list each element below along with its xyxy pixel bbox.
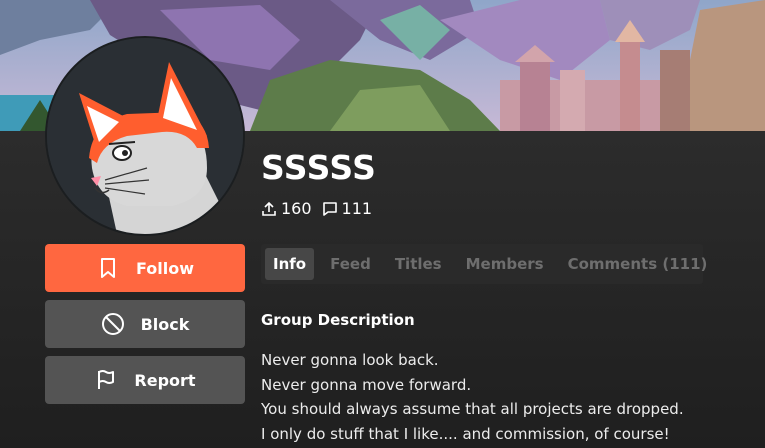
description-text: Never gonna look back. Never gonna move …: [261, 348, 684, 446]
block-button[interactable]: Block: [45, 300, 245, 348]
tab-info[interactable]: Info: [265, 248, 315, 280]
tab-feed[interactable]: Feed: [322, 248, 379, 280]
tab-members[interactable]: Members: [458, 248, 552, 280]
report-label: Report: [134, 370, 196, 390]
comment-icon: [322, 201, 337, 216]
group-name: SSSSS: [261, 148, 377, 187]
tab-bar: Info Feed Titles Members Comments (111): [261, 244, 707, 284]
report-button[interactable]: Report: [45, 356, 245, 404]
description-line: I only do stuff that I like.... and comm…: [261, 424, 670, 443]
avatar: [45, 36, 245, 236]
follow-button[interactable]: Follow: [45, 244, 245, 292]
bookmark-icon: [96, 256, 120, 280]
block-label: Block: [140, 314, 190, 334]
group-stats: 160 111: [261, 199, 372, 218]
uploads-count: 160: [281, 199, 312, 218]
description-heading: Group Description: [261, 311, 415, 329]
tab-comments[interactable]: Comments (111): [560, 248, 716, 280]
description-line: Never gonna move forward.: [261, 375, 472, 394]
tab-titles[interactable]: Titles: [387, 248, 450, 280]
uploads-stat: 160: [261, 199, 312, 218]
upload-icon: [262, 201, 276, 216]
flag-icon: [94, 368, 118, 392]
comments-count: 111: [341, 199, 373, 218]
description-line: Never gonna look back.: [261, 351, 439, 369]
follow-label: Follow: [135, 258, 194, 278]
block-icon: [101, 312, 125, 336]
description-line: You should always assume that all projec…: [261, 400, 684, 418]
comments-stat: 111: [322, 199, 373, 218]
